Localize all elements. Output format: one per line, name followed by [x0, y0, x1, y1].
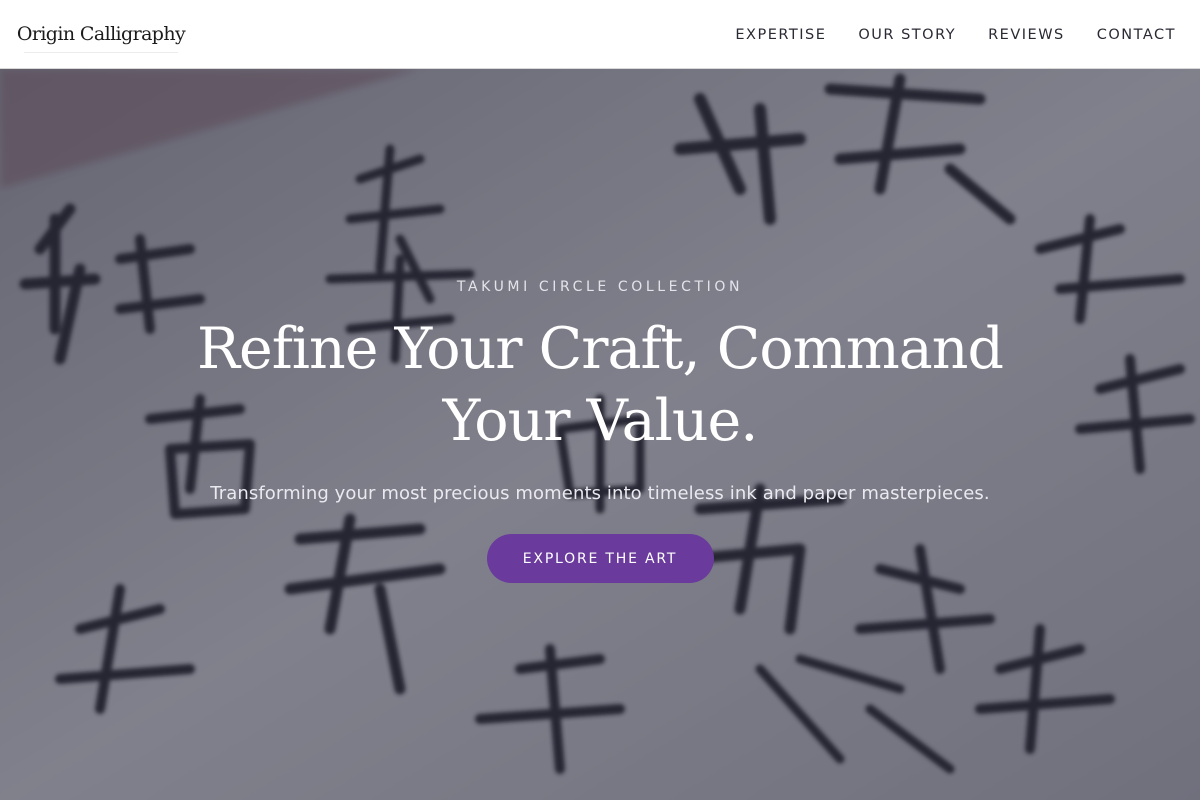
main-nav: EXPERTISE OUR STORY REVIEWS CONTACT [735, 0, 1176, 69]
nav-link-contact[interactable]: CONTACT [1097, 27, 1176, 43]
site-header: Origin Calligraphy EXPERTISE OUR STORY R… [0, 0, 1200, 69]
hero-headline: Refine Your Craft, Command Your Value. [170, 313, 1030, 457]
site-logo[interactable]: Origin Calligraphy [17, 16, 186, 53]
hero-content: TAKUMI CIRCLE COLLECTION Refine Your Cra… [0, 279, 1200, 583]
nav-link-expertise[interactable]: EXPERTISE [735, 27, 826, 43]
hero-eyebrow: TAKUMI CIRCLE COLLECTION [456, 279, 744, 295]
hero-subtitle: Transforming your most precious moments … [210, 483, 990, 504]
hero-headline-line-1: Refine Your Craft, Command [197, 316, 1004, 382]
hero-section: TAKUMI CIRCLE COLLECTION Refine Your Cra… [0, 69, 1200, 800]
nav-link-our-story[interactable]: OUR STORY [858, 27, 956, 43]
explore-the-art-button[interactable]: EXPLORE THE ART [486, 534, 714, 583]
hero-headline-line-2: Your Value. [442, 388, 759, 454]
nav-link-reviews[interactable]: REVIEWS [988, 27, 1065, 43]
